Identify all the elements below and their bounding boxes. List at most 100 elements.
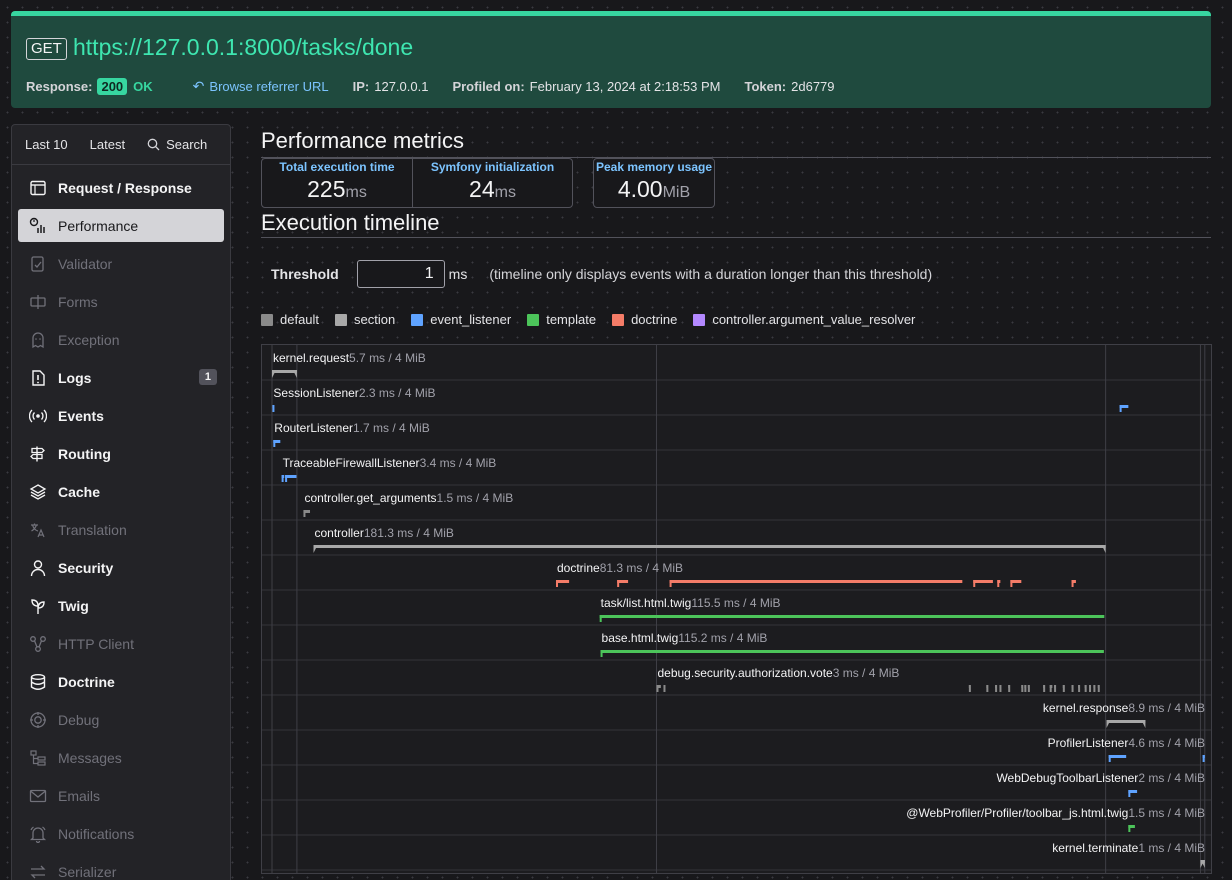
tab-last-10[interactable]: Last 10 — [25, 137, 68, 152]
sidebar-item-request-response[interactable]: Request / Response — [18, 171, 224, 204]
timeline-bar-tick — [1027, 685, 1030, 692]
sidebar-item-http-client: HTTP Client — [18, 627, 224, 660]
legend-label: section — [354, 312, 396, 327]
emails-icon — [28, 786, 48, 806]
sidebar-item-exception: Exception — [18, 323, 224, 356]
notifications-icon — [28, 824, 48, 844]
sidebar-item-label: Translation — [58, 521, 127, 538]
ip-value: 127.0.0.1 — [374, 78, 429, 94]
legend-label: default — [280, 312, 320, 327]
tab-latest[interactable]: Latest — [90, 137, 125, 152]
timeline-event-label: doctrine — [557, 561, 600, 575]
sidebar-item-label: Exception — [58, 331, 120, 348]
timeline-event-label: kernel.response — [1043, 701, 1129, 715]
timeline-event-detail: 1.7 ms / 4 MiB — [353, 421, 430, 435]
total-execution-time-label: Total execution time — [279, 160, 395, 174]
panel-menu: Request / Response Performance Validator Fo… — [12, 165, 230, 880]
timeline-bar-tick — [1062, 685, 1065, 692]
debug-icon — [28, 710, 48, 730]
timeline-bar-tick — [1108, 755, 1111, 762]
timeline-event-detail: 81.3 ms / 4 MiB — [600, 561, 683, 575]
legend-swatch — [411, 313, 424, 326]
legend-item-doctrine[interactable]: doctrine — [612, 312, 677, 327]
sidebar-item-twig[interactable]: Twig — [18, 589, 224, 622]
legend-item-event-listener[interactable]: event_listener — [411, 312, 511, 327]
profiled-on-info: Profiled on: February 13, 2024 at 2:18:53… — [452, 79, 720, 94]
response-label: Response: — [26, 78, 93, 94]
peak-memory-value: 4.00 — [617, 176, 663, 202]
forms-icon — [28, 292, 48, 312]
sidebar-item-doctrine[interactable]: Doctrine — [18, 665, 224, 698]
timeline-event-detail: 4.6 ms / 4 MiB — [1128, 736, 1205, 750]
timeline-bar — [1106, 720, 1146, 723]
timeline-bar-tick — [272, 405, 275, 412]
sidebar-item-logs[interactable]: Logs 1 — [18, 361, 224, 394]
timeline-bar-tick — [303, 510, 306, 517]
status-code-badge: 200 — [97, 77, 128, 95]
symfony-initialization-label: Symfony initialization — [430, 160, 555, 174]
sidebar-item-debug: Debug — [18, 703, 224, 736]
tab-search[interactable]: Search — [147, 137, 207, 152]
execution-timeline-title: Execution timeline — [261, 210, 1211, 238]
sidebar-item-label: Twig — [58, 597, 89, 614]
sidebar-item-performance[interactable]: Performance — [18, 209, 224, 242]
timeline-bar-tick — [1202, 755, 1205, 762]
timeline-bar-tick — [555, 580, 558, 587]
sidebar-item-label: HTTP Client — [58, 635, 134, 652]
timeline-bar-cap — [1106, 720, 1111, 728]
total-execution-time-unit: ms — [345, 184, 367, 201]
legend-label: event_listener — [430, 312, 512, 327]
legend-label: controller.argument_value_resolver — [712, 312, 916, 327]
timeline-bar-tick — [1049, 685, 1052, 692]
sidebar-item-label: Cache — [58, 483, 101, 500]
request-url-link[interactable]: https://127.0.0.1:8000/tasks/done — [73, 34, 413, 61]
timeline-bar-tick — [986, 685, 989, 692]
timeline-bar-tick — [1071, 685, 1074, 692]
sidebar-item-label: Events — [58, 407, 104, 424]
timeline-bar-tick — [968, 685, 971, 692]
sidebar-item-cache[interactable]: Cache — [18, 475, 224, 508]
timeline-bar-tick — [617, 580, 620, 587]
browse-referrer-link[interactable]: ↶ Browse referrer URL — [193, 78, 329, 95]
legend-label: doctrine — [631, 312, 678, 327]
twig-icon — [28, 596, 48, 616]
status-text: OK — [133, 78, 153, 94]
legend-item-template[interactable]: template — [527, 312, 596, 327]
threshold-input[interactable] — [356, 260, 445, 288]
http-method-badge: GET — [26, 38, 67, 60]
threshold-label: Threshold — [271, 266, 339, 282]
legend-item-default[interactable]: default — [261, 312, 319, 327]
sidebar-item-label: Debug — [58, 711, 100, 728]
events-icon — [28, 406, 48, 426]
sidebar-item-routing[interactable]: Routing — [18, 437, 224, 470]
total-execution-time-metric: Total execution time 225ms — [261, 158, 413, 208]
timeline-bar — [1108, 755, 1127, 758]
legend-item-section[interactable]: section — [335, 312, 395, 327]
profiler-sidebar: Last 10 Latest Search Request / Response… — [11, 124, 231, 880]
timeline-event-label: ProfilerListener — [1048, 736, 1129, 750]
timeline-bar-tick — [973, 580, 976, 587]
timeline-event-label: task/list.html.twig — [601, 596, 692, 610]
legend-item-controller-argument-value-resolver[interactable]: controller.argument_value_resolver — [693, 312, 915, 327]
threshold-unit: ms — [448, 266, 468, 282]
sidebar-item-label: Validator — [58, 255, 113, 272]
sidebar-item-label: Doctrine — [58, 673, 115, 690]
timeline-bar-tick — [656, 685, 659, 692]
sidebar-item-validator: Validator — [18, 247, 224, 280]
timeline-bar-tick — [1119, 405, 1122, 412]
serializer-icon — [28, 862, 48, 880]
timeline-event-label: kernel.request — [273, 351, 350, 365]
timeline-event-detail: 181.3 ms / 4 MiB — [364, 526, 454, 540]
timeline-event-detail: 2 ms / 4 MiB — [1138, 771, 1205, 785]
sidebar-item-events[interactable]: Events — [18, 399, 224, 432]
sidebar-item-security[interactable]: Security — [18, 551, 224, 584]
timeline-bar-tick — [1089, 685, 1092, 692]
sidebar-tabs: Last 10 Latest Search — [12, 125, 230, 165]
exception-icon — [28, 330, 48, 350]
sidebar-item-label: Performance — [58, 217, 139, 234]
sidebar-item-label: Routing — [58, 445, 111, 462]
sidebar-item-messages: Messages — [18, 741, 224, 774]
performance-icon — [28, 216, 48, 236]
timeline-bar — [669, 580, 963, 583]
legend-swatch — [335, 313, 348, 326]
